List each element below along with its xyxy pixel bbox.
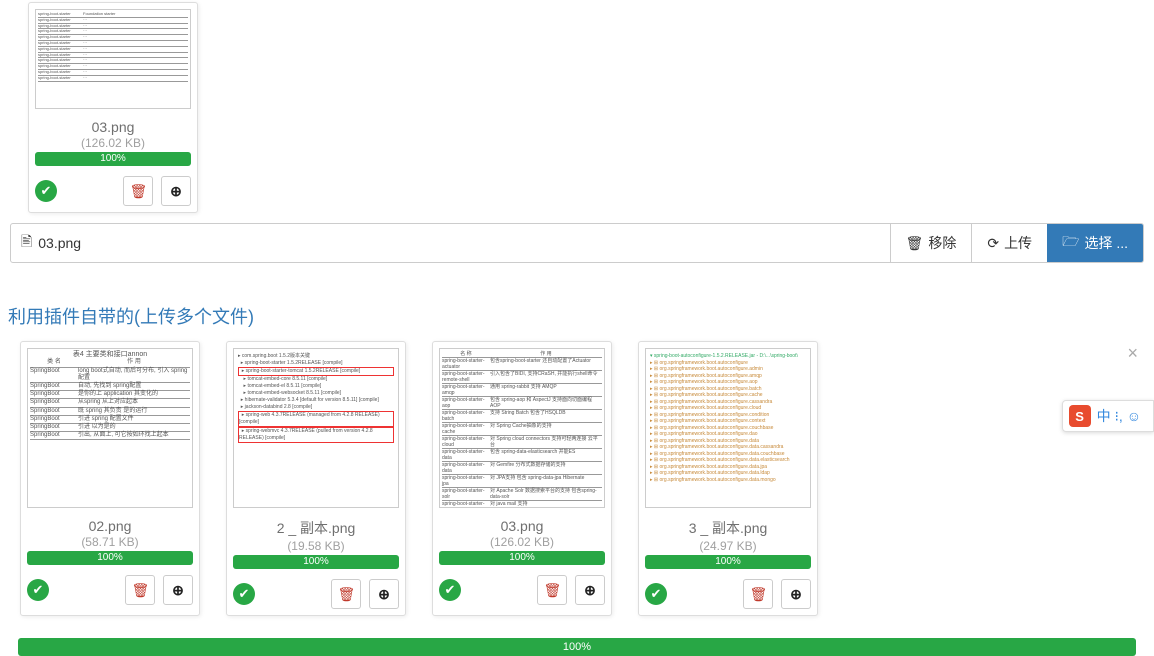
filename-label: 3 _ 副本.png [645, 518, 811, 538]
file-card: 名 称作 用 spring-boot-starter-actuator包含spr… [432, 341, 612, 616]
thumbnail-image: ▾ spring-boot-autoconfigure-1.5.2.RELEAS… [645, 348, 811, 508]
file-card: 表4 主要类和接口annon 类 名作 用 SpringBootlong boo… [20, 341, 200, 616]
overall-progress-fill: 100% [18, 638, 1136, 656]
filename-label: 2 _ 副本.png [233, 518, 399, 538]
upload-button[interactable]: ⟳ 上传 [971, 224, 1047, 262]
ime-floater[interactable]: S 中 ⁝, ☺ [1062, 400, 1154, 432]
delete-button[interactable]: 🗑 [537, 575, 567, 605]
select-button[interactable]: 🗁 选择 ... [1047, 224, 1143, 262]
remove-button[interactable]: 🗑 移除 [890, 224, 972, 262]
progress-bar: 100% [35, 152, 191, 166]
file-card: ▾ spring-boot-autoconfigure-1.5.2.RELEAS… [638, 341, 818, 616]
progress-bar: 100% [439, 551, 605, 565]
overall-progress-bar: 100% [18, 638, 1136, 656]
upload-icon: ⟳ [987, 235, 999, 252]
progress-bar: 100% [27, 551, 193, 565]
zoom-button[interactable]: ⊕ [369, 579, 399, 609]
thumbnail-image: ▸ com.spring.boot 1.5.2版本关键 ▸ spring-boo… [233, 348, 399, 508]
status-success-icon: ✔ [35, 180, 57, 202]
status-success-icon: ✔ [233, 583, 255, 605]
zoom-button[interactable]: ⊕ [781, 579, 811, 609]
trash-icon: 🗑 [906, 235, 924, 252]
zoom-button[interactable]: ⊕ [163, 575, 193, 605]
section-title: 利用插件自带的(上传多个文件) [8, 303, 1154, 329]
status-success-icon: ✔ [439, 579, 461, 601]
thumbnail-image: 表4 主要类和接口annon 类 名作 用 SpringBootlong boo… [27, 348, 193, 508]
filename-label: 02.png [27, 518, 193, 534]
thumbnail-image: 名 称作 用 spring-boot-starter-actuator包含spr… [439, 348, 605, 508]
thumbnail-image: spring-boot-starterFoundation starter sp… [35, 9, 191, 109]
file-input-display[interactable]: 🖹 03.png [11, 224, 890, 262]
folder-open-icon: 🗁 [1062, 231, 1079, 255]
filesize-label: (19.58 KB) [233, 539, 399, 553]
progress-fill: 100% [35, 152, 191, 166]
zoom-button[interactable]: ⊕ [575, 575, 605, 605]
ime-label: 中 ⁝, ☺ [1097, 406, 1141, 426]
progress-bar: 100% [645, 555, 811, 569]
selected-filename: 03.png [38, 235, 81, 251]
multi-upload-gallery: × 表4 主要类和接口annon 类 名作 用 SpringBootlong b… [0, 339, 1154, 618]
close-icon[interactable]: × [1127, 343, 1138, 364]
status-success-icon: ✔ [27, 579, 49, 601]
progress-bar: 100% [233, 555, 399, 569]
filesize-label: (126.02 KB) [439, 535, 605, 549]
delete-button[interactable]: 🗑 [123, 176, 153, 206]
file-card-top: spring-boot-starterFoundation starter sp… [28, 2, 198, 213]
file-card: ▸ com.spring.boot 1.5.2版本关键 ▸ spring-boo… [226, 341, 406, 616]
filename-label: 03.png [439, 518, 605, 534]
filename-label: 03.png [35, 119, 191, 135]
filesize-label: (58.71 KB) [27, 535, 193, 549]
filesize-label: (24.97 KB) [645, 539, 811, 553]
zoom-button[interactable]: ⊕ [161, 176, 191, 206]
delete-button[interactable]: 🗑 [125, 575, 155, 605]
ime-badge-icon: S [1069, 405, 1091, 427]
file-input-row: 🖹 03.png 🗑 移除 ⟳ 上传 🗁 选择 ... [10, 223, 1144, 263]
delete-button[interactable]: 🗑 [331, 579, 361, 609]
delete-button[interactable]: 🗑 [743, 579, 773, 609]
file-icon: 🖹 [21, 231, 32, 255]
status-success-icon: ✔ [645, 583, 667, 605]
filesize-label: (126.02 KB) [35, 136, 191, 150]
